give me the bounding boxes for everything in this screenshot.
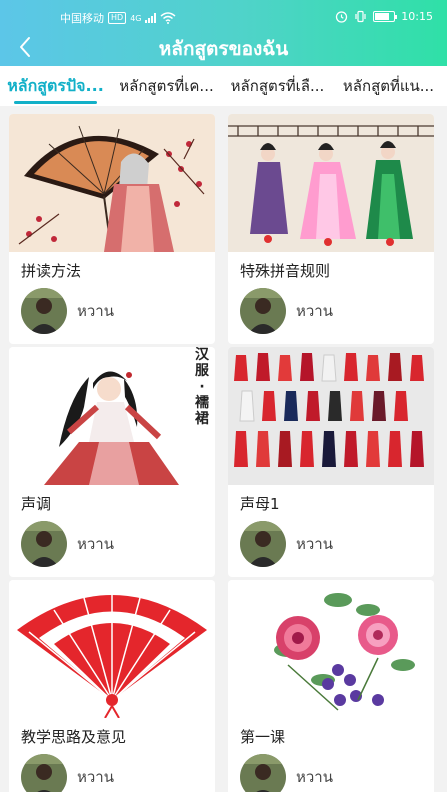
course-name: 特殊拼音规则 — [240, 262, 331, 280]
tab-courses-3[interactable]: หลักสูตรที่เลื... — [222, 66, 333, 106]
course-card[interactable]: 汉 服 · 襦 裙 声调 หวาน — [9, 347, 215, 577]
avatar — [21, 288, 67, 334]
course-tabs: หลักสูตรปัจ... หลักสูตรที่เค... หลักสูตร… — [0, 66, 447, 106]
course-author: หวาน — [240, 288, 333, 334]
avatar — [240, 754, 286, 792]
author-name: หวาน — [77, 535, 114, 553]
author-name: หวาน — [77, 768, 114, 786]
alarm-icon — [336, 11, 348, 23]
paper-cut-fan-thumbnail — [9, 580, 215, 718]
peony-flowers-thumbnail — [228, 580, 434, 718]
course-card[interactable]: 声母1 หวาน — [228, 347, 434, 577]
thumb-caption-char: 汉 — [195, 347, 209, 363]
course-name: 声调 — [21, 495, 52, 513]
course-name: 第一课 — [240, 728, 286, 746]
course-card[interactable]: 教学思路及意见 หวาน — [9, 580, 215, 792]
app-header: 中国移动 HD 4G 10:15 หลักสูตรของฉัน — [0, 0, 447, 66]
avatar — [21, 754, 67, 792]
thumb-caption-char: 裙 — [195, 411, 209, 427]
course-author: หวาน — [21, 521, 114, 567]
umbrella-lady-thumbnail — [9, 114, 215, 252]
tab-courses-4[interactable]: หลักสูตที่แน... — [333, 66, 444, 106]
qipao-dresses-thumbnail — [228, 347, 434, 485]
course-author: หวาน — [240, 521, 333, 567]
clock: 10:15 — [401, 10, 433, 23]
hd-badge: HD — [108, 12, 127, 24]
course-card[interactable]: 第一课 หวาน — [228, 580, 434, 792]
tab-courses-2[interactable]: หลักสูตรที่เค... — [111, 66, 222, 106]
avatar — [21, 521, 67, 567]
author-name: หวาน — [296, 768, 333, 786]
status-bar: 中国移动 HD 4G 10:15 — [0, 0, 447, 34]
course-name: 拼读方法 — [21, 262, 82, 280]
carrier-label: 中国移动 — [60, 12, 104, 25]
course-name: 教学思路及意见 — [21, 728, 127, 746]
avatar — [240, 521, 286, 567]
course-card[interactable]: 拼读方法 หวาน — [9, 114, 215, 344]
battery-icon — [373, 11, 398, 22]
page-title: หลักสูตรของฉัน — [158, 38, 289, 60]
course-card[interactable]: 特殊拼音规则 หวาน — [228, 114, 434, 344]
thumb-caption-char: 襦 — [195, 395, 209, 411]
avatar — [240, 288, 286, 334]
hanfu-girl-thumbnail — [9, 347, 215, 485]
course-author: หวาน — [21, 754, 114, 792]
court-ladies-thumbnail — [228, 114, 434, 252]
wifi-icon — [160, 12, 176, 24]
author-name: หวาน — [296, 535, 333, 553]
thumb-caption-char: 服 — [195, 363, 209, 379]
network-type: 4G — [130, 13, 142, 23]
thumb-caption-char: · — [199, 379, 205, 395]
author-name: หวาน — [77, 302, 114, 320]
course-author: หวาน — [21, 288, 114, 334]
vibrate-icon — [355, 10, 366, 23]
signal-icon — [145, 13, 157, 23]
author-name: หวาน — [296, 302, 333, 320]
course-name: 声母1 — [240, 495, 280, 513]
course-author: หวาน — [240, 754, 333, 792]
title-bar: หลักสูตรของฉัน — [0, 30, 447, 66]
tab-current-courses[interactable]: หลักสูตรปัจ... — [0, 66, 111, 106]
course-grid: 拼读方法 หวาน 特殊拼音规则 หวาน 汉 服 · 襦 裙 声调 หวาน … — [0, 106, 447, 792]
